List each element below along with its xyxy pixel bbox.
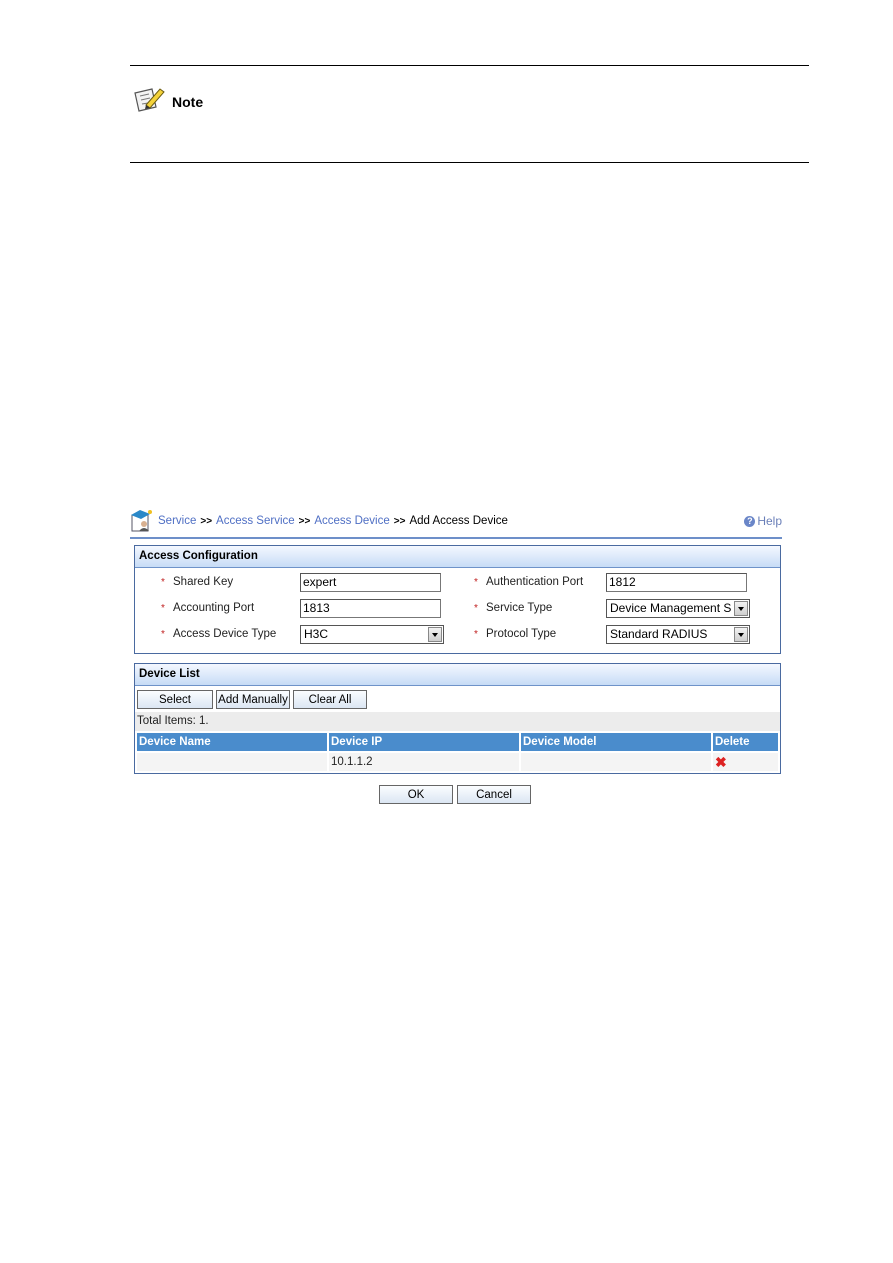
device-list-title: Device List: [135, 664, 780, 686]
cancel-button[interactable]: Cancel: [457, 785, 531, 804]
required-mark: *: [161, 576, 165, 588]
breadcrumb: Service >> Access Service >> Access Device >>…: [158, 515, 508, 527]
required-mark: *: [161, 602, 165, 614]
service-type-label: Service Type: [486, 602, 553, 614]
add-access-device-screen: Service >> Access Service >> Access Device >>…: [130, 507, 782, 804]
chevron-down-icon[interactable]: [734, 626, 748, 642]
protocol-type-select[interactable]: Standard RADIUS: [606, 624, 750, 644]
authentication-port-label: Authentication Port: [486, 576, 584, 588]
authentication-port-field: * Authentication Port 1812: [474, 572, 747, 592]
access-configuration-panel: Access Configuration * Shared Key expert…: [134, 545, 781, 654]
chevron-down-icon[interactable]: [734, 600, 748, 616]
access-device-type-value: H3C: [304, 626, 329, 641]
note-label: Note: [172, 94, 204, 110]
device-list-toolbar: Select Add Manually Clear All: [135, 686, 780, 712]
form-actions: OK Cancel: [128, 785, 782, 804]
device-ip-cell: 10.1.1.2: [329, 753, 519, 771]
accounting-port-field: * Accounting Port 1813: [161, 598, 441, 618]
access-device-icon: [131, 510, 152, 532]
device-name-cell: [137, 753, 327, 771]
required-mark: *: [161, 628, 165, 640]
access-configuration-title: Access Configuration: [135, 546, 780, 568]
select-button[interactable]: Select: [137, 689, 213, 709]
column-device-model: Device Model: [521, 733, 711, 751]
service-type-field: * Service Type Device Management S: [474, 598, 750, 618]
shared-key-label: Shared Key: [173, 576, 234, 588]
note-header: Note: [132, 85, 203, 113]
access-device-type-field: * Access Device Type H3C: [161, 624, 444, 644]
help-label: Help: [757, 514, 782, 528]
table-row: 10.1.1.2 ✖: [137, 753, 778, 771]
breadcrumb-separator: >>: [298, 516, 311, 527]
required-mark: *: [474, 576, 478, 588]
breadcrumb-current: Add Access Device: [409, 515, 508, 527]
total-items: Total Items: 1.: [135, 712, 780, 731]
column-device-name: Device Name: [137, 733, 327, 751]
service-type-select[interactable]: Device Management S: [606, 598, 750, 618]
shared-key-input[interactable]: expert: [300, 572, 441, 592]
service-type-value: Device Management S: [610, 600, 732, 615]
protocol-type-value: Standard RADIUS: [610, 626, 708, 641]
device-table: Device Name Device IP Device Model Delet…: [135, 731, 780, 773]
breadcrumb-bar: Service >> Access Service >> Access Device >>…: [130, 507, 782, 539]
clear-all-button[interactable]: Clear All: [293, 689, 367, 709]
help-icon: ?: [744, 515, 756, 527]
device-model-cell: [521, 753, 711, 771]
note-pencil-icon: [134, 88, 165, 112]
breadcrumb-service[interactable]: Service: [158, 515, 196, 527]
delete-cell: ✖: [713, 753, 778, 771]
required-mark: *: [474, 628, 478, 640]
column-delete: Delete: [713, 733, 778, 751]
shared-key-field: * Shared Key expert: [161, 572, 441, 592]
accounting-port-label: Accounting Port: [173, 602, 255, 614]
device-list-panel: Device List Select Add Manually Clear Al…: [134, 663, 781, 774]
access-device-type-select[interactable]: H3C: [300, 624, 444, 644]
protocol-type-field: * Protocol Type Standard RADIUS: [474, 624, 750, 644]
delete-icon[interactable]: ✖: [715, 754, 727, 770]
breadcrumb-separator: >>: [393, 516, 406, 527]
help-link[interactable]: ? Help: [744, 514, 782, 528]
breadcrumb-access-device[interactable]: Access Device: [314, 515, 389, 527]
breadcrumb-access-service[interactable]: Access Service: [216, 515, 295, 527]
access-device-type-label: Access Device Type: [173, 628, 277, 640]
breadcrumb-separator: >>: [200, 516, 213, 527]
top-rule: [130, 65, 809, 66]
table-header-row: Device Name Device IP Device Model Delet…: [137, 733, 778, 751]
column-device-ip: Device IP: [329, 733, 519, 751]
required-mark: *: [474, 602, 478, 614]
chevron-down-icon[interactable]: [428, 626, 442, 642]
accounting-port-input[interactable]: 1813: [300, 598, 441, 618]
authentication-port-input[interactable]: 1812: [606, 572, 747, 592]
bottom-rule: [130, 162, 809, 163]
protocol-type-label: Protocol Type: [486, 628, 557, 640]
ok-button[interactable]: OK: [379, 785, 453, 804]
add-manually-button[interactable]: Add Manually: [216, 689, 290, 709]
